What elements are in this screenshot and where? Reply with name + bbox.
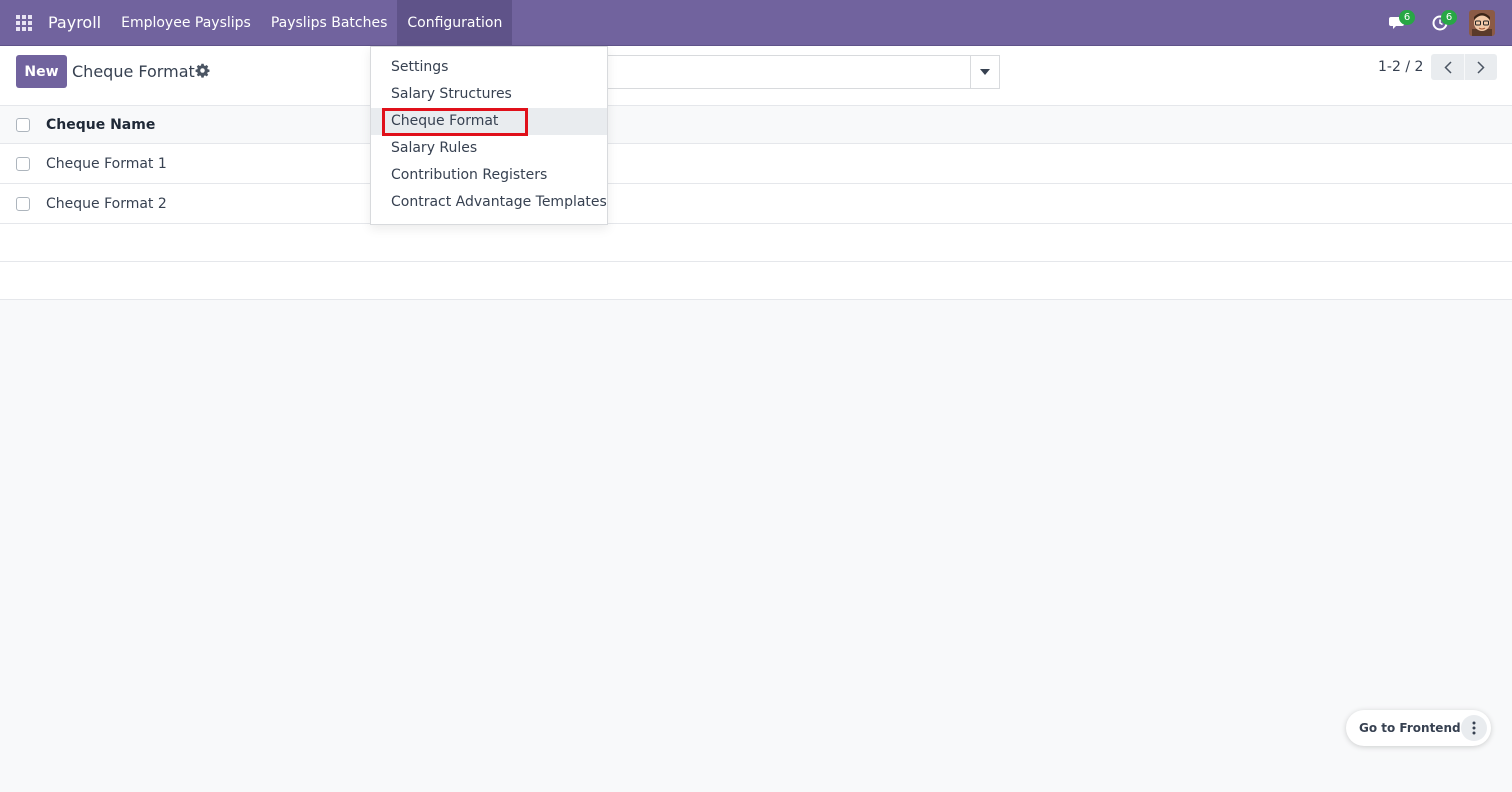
apps-grid-icon[interactable] (0, 0, 48, 46)
pager-value[interactable]: 1-2 / 2 (1378, 58, 1423, 76)
control-panel: New Cheque Format 1-2 / 2 (0, 46, 1512, 106)
kebab-menu-icon (1472, 721, 1476, 735)
menu-item-salary-rules[interactable]: Salary Rules (371, 135, 607, 162)
frontend-pill: Go to Frontend (1346, 710, 1491, 746)
list-header-row: Cheque Name (0, 106, 1512, 144)
table-row[interactable]: Cheque Format 1 (0, 144, 1512, 184)
cheque-name-cell[interactable]: Cheque Format 2 (46, 196, 167, 212)
caret-down-icon (980, 69, 990, 75)
page-title: Cheque Format (72, 62, 195, 81)
systray: 6 6 (1377, 0, 1512, 46)
menu-item-contribution-registers[interactable]: Contribution Registers (371, 162, 607, 189)
configuration-dropdown-menu: Settings Salary Structures Cheque Format… (370, 46, 608, 225)
select-all-checkbox[interactable] (16, 117, 30, 132)
search-box (605, 55, 971, 89)
search-options-toggle[interactable] (970, 55, 1000, 89)
empty-row (0, 224, 1512, 262)
menu-employee-payslips[interactable]: Employee Payslips (111, 0, 261, 46)
messages-button[interactable]: 6 (1377, 0, 1419, 46)
row-checkbox[interactable] (16, 196, 30, 211)
user-avatar[interactable] (1469, 10, 1495, 36)
empty-row (0, 262, 1512, 300)
row-checkbox[interactable] (16, 156, 30, 171)
activities-button[interactable]: 6 (1419, 0, 1461, 46)
chevron-right-icon (1477, 60, 1485, 74)
activities-count-badge: 6 (1441, 10, 1457, 25)
table-row[interactable]: Cheque Format 2 (0, 184, 1512, 224)
search-input[interactable] (606, 56, 971, 88)
messages-count-badge: 6 (1399, 10, 1415, 25)
menu-item-cheque-format[interactable]: Cheque Format (371, 108, 607, 136)
more-options-button[interactable] (1461, 715, 1487, 741)
new-button[interactable]: New (16, 55, 67, 88)
pager-next-button[interactable] (1464, 54, 1497, 80)
cheque-name-cell[interactable]: Cheque Format 1 (46, 156, 167, 172)
menu-item-settings[interactable]: Settings (371, 54, 607, 81)
gear-icon[interactable] (195, 63, 210, 78)
menu-payslips-batches[interactable]: Payslips Batches (261, 0, 398, 46)
list-view: Cheque Name Cheque Format 1 Cheque Forma… (0, 106, 1512, 300)
chevron-left-icon (1443, 60, 1452, 74)
menu-item-label: Cheque Format (391, 113, 499, 129)
menu-item-contract-advantage-templates[interactable]: Contract Advantage Templates (371, 189, 607, 216)
column-header-cheque-name[interactable]: Cheque Name (46, 117, 155, 133)
pager-previous-button[interactable] (1431, 54, 1464, 80)
menu-configuration[interactable]: Configuration (397, 0, 513, 46)
top-navbar: Payroll Employee Payslips Payslips Batch… (0, 0, 1512, 46)
go-to-frontend-button[interactable]: Go to Frontend (1359, 721, 1461, 735)
menu-item-salary-structures[interactable]: Salary Structures (371, 81, 607, 108)
app-brand[interactable]: Payroll (48, 0, 111, 46)
